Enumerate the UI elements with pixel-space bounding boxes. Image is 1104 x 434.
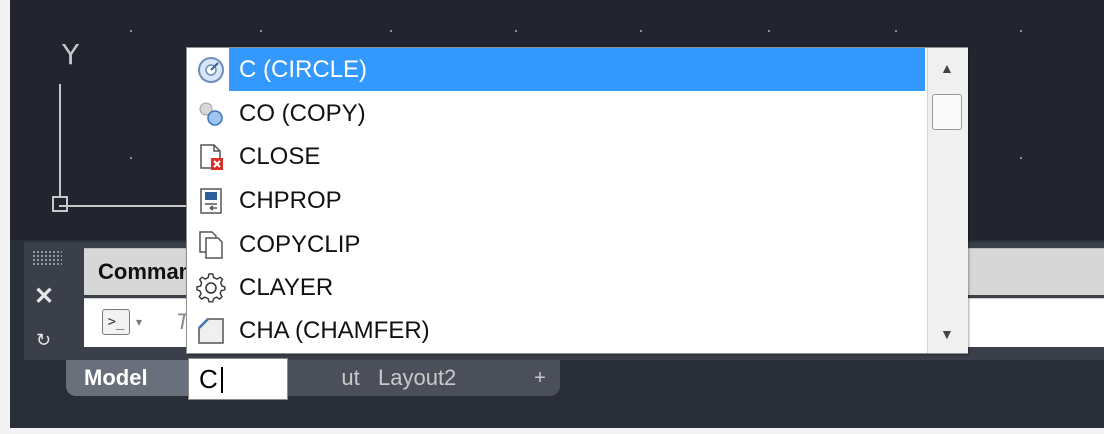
list-item[interactable]: CHPROP xyxy=(187,179,925,222)
list-item[interactable]: CLAYER xyxy=(187,266,925,309)
grid-dot xyxy=(390,30,392,32)
chevron-down-icon[interactable]: ▾ xyxy=(136,315,142,329)
grid-dot xyxy=(895,30,897,32)
autocomplete-list: C (CIRCLE) CO (COPY) CLOSE CHPROP COPYCL… xyxy=(186,47,968,354)
list-item-label: CLOSE xyxy=(239,142,321,170)
grid-dot xyxy=(130,157,132,159)
chamfer-icon xyxy=(193,313,229,349)
scroll-thumb[interactable] xyxy=(932,94,962,130)
grid-dot xyxy=(130,30,132,32)
list-item[interactable]: COPYCLIP xyxy=(187,223,925,266)
add-layout-button[interactable]: + xyxy=(520,360,560,396)
close-icon[interactable]: ✕ xyxy=(34,282,54,311)
list-item[interactable]: CHA (CHAMFER) xyxy=(187,309,925,352)
scroll-up-icon[interactable]: ▲ xyxy=(940,60,954,76)
command-title: Comman xyxy=(98,259,193,284)
scroll-down-icon[interactable]: ▼ xyxy=(940,326,954,342)
copyclip-icon xyxy=(193,227,229,263)
history-icon[interactable]: ↻ xyxy=(36,330,51,351)
grid-dot xyxy=(515,30,517,32)
ucs-x-axis xyxy=(59,205,187,207)
list-item[interactable]: CO (COPY) xyxy=(187,92,925,135)
text-caret xyxy=(221,367,223,393)
circle-icon xyxy=(193,52,229,88)
gear-icon xyxy=(193,270,229,306)
grid-dot xyxy=(260,30,262,32)
ucs-origin-icon xyxy=(52,196,68,212)
list-item-label: CLAYER xyxy=(239,273,334,301)
list-item-label: CHPROP xyxy=(239,186,342,214)
grid-dot xyxy=(1020,30,1022,32)
properties-icon xyxy=(193,183,229,219)
list-item[interactable]: CLOSE xyxy=(187,135,925,178)
selection-highlight: C (CIRCLE) xyxy=(229,48,925,91)
ucs-y-axis xyxy=(59,84,61,196)
ucs-y-label: Y xyxy=(62,38,80,71)
list-item-label: CO (COPY) xyxy=(239,99,366,127)
typed-text: C xyxy=(199,364,218,394)
prompt-icon[interactable]: >_ xyxy=(102,309,130,335)
copy-icon xyxy=(193,96,229,132)
dynamic-input-field[interactable]: C xyxy=(188,358,288,400)
tab-layout2[interactable]: Layout2 xyxy=(360,360,546,396)
layout-tabbar: Model ut1 Layout2 + xyxy=(10,360,1104,428)
grid-dot xyxy=(640,30,642,32)
list-item-label: C (CIRCLE) xyxy=(239,55,368,83)
scrollbar[interactable]: ▲ ▼ xyxy=(927,48,968,353)
command-window-grip[interactable] xyxy=(32,250,62,266)
tab-model[interactable]: Model xyxy=(66,360,200,396)
grid-dot xyxy=(768,30,770,32)
list-item-label: CHA (CHAMFER) xyxy=(239,316,430,344)
grid-dot xyxy=(1020,157,1022,159)
list-item-label: COPYCLIP xyxy=(239,230,361,258)
suggestion-list: C (CIRCLE) CO (COPY) CLOSE CHPROP COPYCL… xyxy=(187,48,925,353)
close-document-icon xyxy=(193,139,229,175)
list-item[interactable]: C (CIRCLE) xyxy=(187,48,925,91)
